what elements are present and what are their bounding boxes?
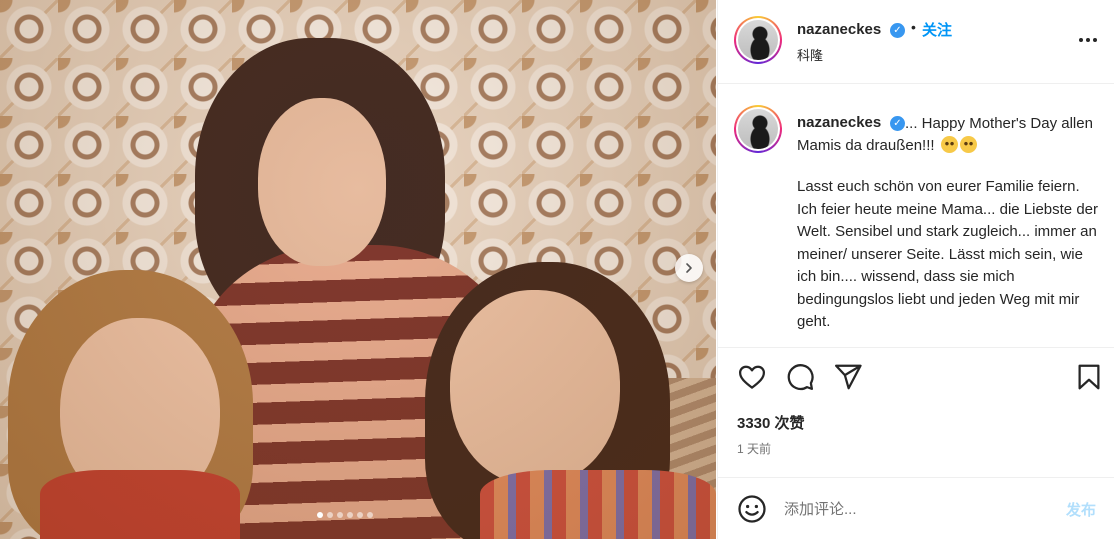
- post-image[interactable]: [0, 0, 716, 539]
- caption-body: Lasst euch schön von eurer Familie feier…: [797, 178, 1098, 330]
- emoji-icon[interactable]: [737, 494, 767, 524]
- carousel-indicator: [317, 512, 373, 518]
- bookmark-icon[interactable]: [1074, 362, 1104, 392]
- avatar[interactable]: [734, 16, 782, 64]
- send-icon[interactable]: [833, 362, 863, 392]
- comment-icon[interactable]: [785, 362, 815, 392]
- smiling-face-with-tear-icon: [959, 136, 977, 153]
- location-link[interactable]: 科隆: [797, 45, 823, 64]
- smiling-face-with-tear-icon: [940, 136, 958, 153]
- comment-bar: 发布: [718, 477, 1114, 539]
- username-link[interactable]: nazaneckes: [797, 21, 881, 38]
- post-timestamp[interactable]: 1 天前: [737, 440, 771, 457]
- caption-avatar[interactable]: [734, 105, 782, 153]
- post-header: nazaneckes ✓ • 关注 科隆: [718, 0, 1114, 84]
- carousel-dot: [317, 512, 323, 518]
- more-options-icon[interactable]: [1076, 30, 1100, 50]
- verified-badge-icon: ✓: [890, 23, 905, 38]
- comment-input[interactable]: [784, 494, 1044, 524]
- carousel-next-button[interactable]: [675, 254, 703, 282]
- post-sidebar: nazaneckes ✓ • 关注 科隆 nazaneckes ✓ ... Ha…: [717, 0, 1114, 539]
- heart-icon[interactable]: [737, 362, 767, 392]
- carousel-dot: [337, 512, 343, 518]
- separator-dot: •: [911, 19, 916, 35]
- chevron-right-icon: [686, 263, 692, 273]
- carousel-dot: [327, 512, 333, 518]
- caption: nazaneckes ✓ ... Happy Mother's Day alle…: [718, 85, 1114, 345]
- like-count[interactable]: 3330 次赞: [737, 412, 805, 433]
- photo-vignette: [0, 0, 716, 539]
- post-comment-button[interactable]: 发布: [1066, 499, 1096, 520]
- carousel-dot: [347, 512, 353, 518]
- action-bar: [718, 347, 1114, 407]
- follow-button[interactable]: 关注: [922, 19, 952, 40]
- caption-first-line: ... Happy Mother's Day allen Mamis da dr…: [797, 113, 1097, 157]
- carousel-dot: [367, 512, 373, 518]
- carousel-dot: [357, 512, 363, 518]
